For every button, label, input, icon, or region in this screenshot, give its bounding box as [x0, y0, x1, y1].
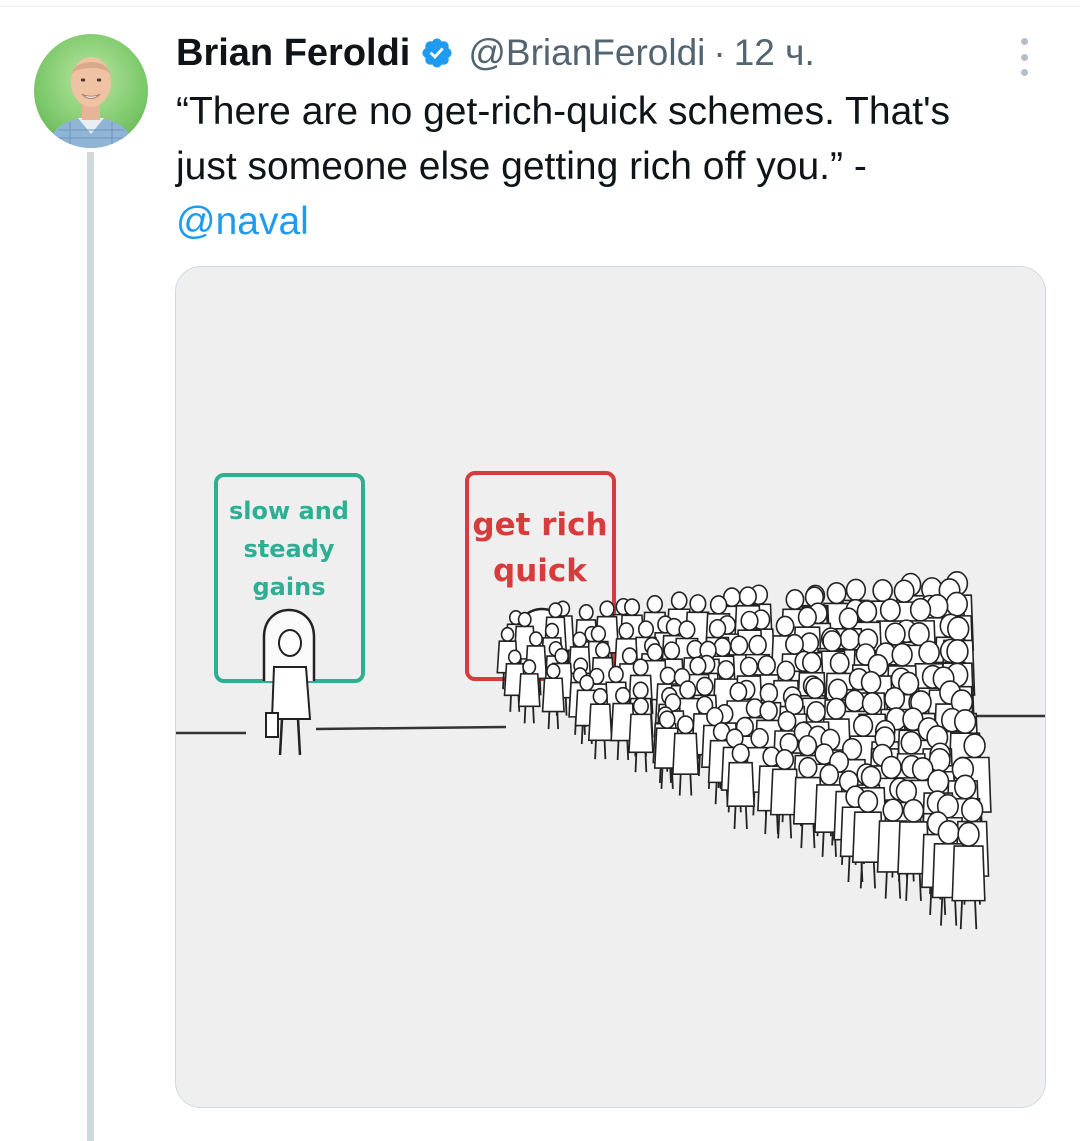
- right-sign-line: get rich: [472, 507, 607, 543]
- tweet-image[interactable]: slow and steady gains get rich quick: [175, 266, 1046, 1108]
- right-sign-line: quick: [493, 553, 588, 589]
- verified-badge-icon: [420, 36, 454, 70]
- divider: [0, 6, 1080, 7]
- timestamp[interactable]: 12 ч.: [734, 32, 815, 74]
- author-name[interactable]: Brian Feroldi: [176, 32, 410, 75]
- avatar[interactable]: [34, 34, 148, 148]
- left-sign-line: slow and: [229, 497, 349, 525]
- author-handle[interactable]: @BrianFeroldi: [468, 32, 705, 74]
- tweet-text: “There are no get-rich-quick schemes. Th…: [176, 84, 1056, 249]
- action-bar-peek: [0, 1134, 1080, 1141]
- tweet-text-line: just someone else getting rich off you.”…: [176, 145, 867, 188]
- left-sign-line: steady: [243, 535, 334, 563]
- more-vertical-icon[interactable]: [1010, 38, 1038, 76]
- mention-link[interactable]: @naval: [176, 194, 1056, 249]
- thread-line: [87, 152, 94, 1141]
- tweet-header: Brian Feroldi @BrianFeroldi · 12 ч.: [176, 28, 815, 78]
- tweet-text-line: “There are no get-rich-quick schemes. Th…: [176, 90, 951, 133]
- separator-dot: ·: [713, 32, 726, 73]
- tweet[interactable]: Brian Feroldi @BrianFeroldi · 12 ч. “The…: [0, 0, 1080, 1141]
- left-sign-line: gains: [253, 573, 326, 601]
